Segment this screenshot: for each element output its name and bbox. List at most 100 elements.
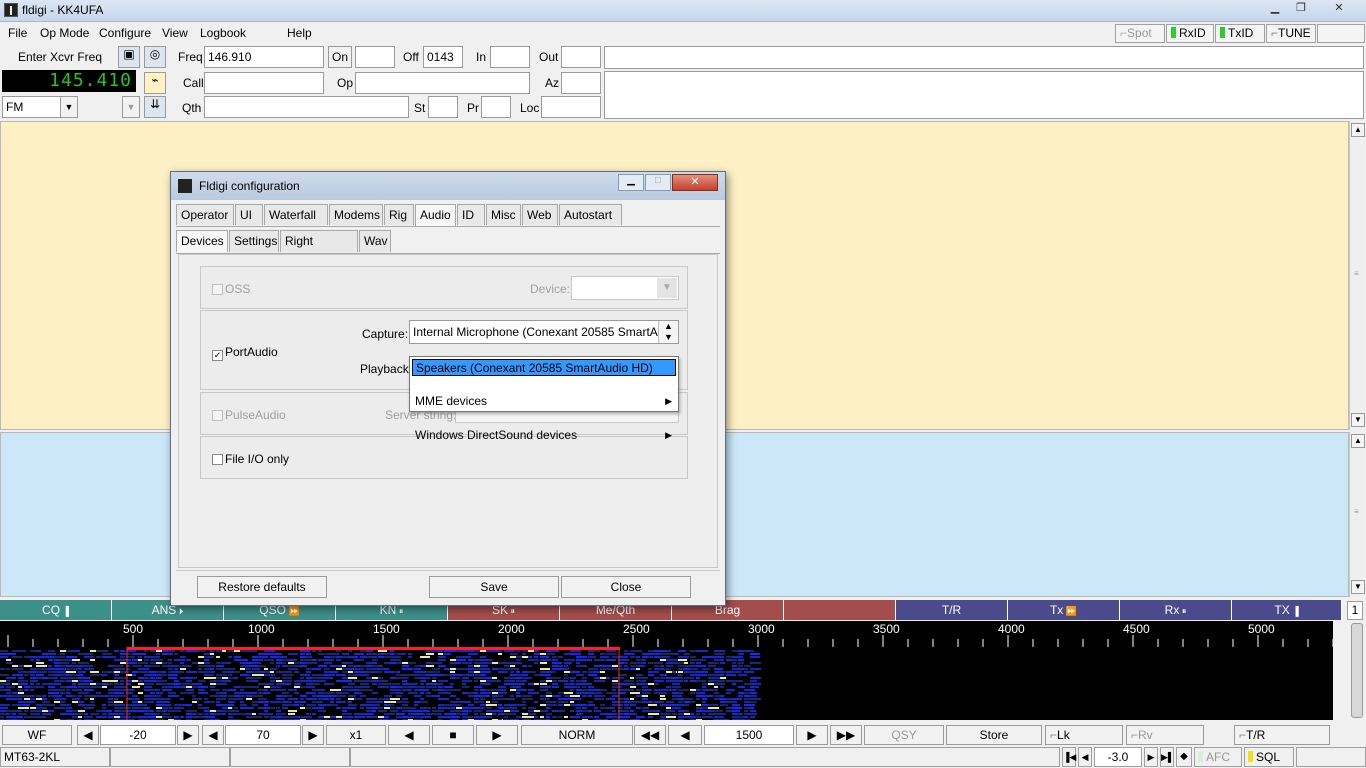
tab-rig[interactable]: Rig [384,204,414,225]
locator-field[interactable] [541,96,601,118]
time-on-button[interactable]: On [328,46,352,68]
macro-button-12[interactable]: TX ▐ [1232,600,1342,620]
pause-icon[interactable]: ■ [432,725,474,745]
op-name-field[interactable] [355,72,530,94]
notes-field-top[interactable] [604,46,1364,69]
carrier-freq-field[interactable]: 1500 [704,725,794,745]
tab-autostart[interactable]: Autostart [559,204,622,225]
spot-toggle[interactable]: ⌐Spot [1115,24,1165,43]
step-left-icon[interactable]: ◀ [668,725,702,745]
rst-out-field[interactable] [561,46,601,68]
tx-scrollbar[interactable]: ▲ ≡ ▼ [1349,432,1365,597]
rxid-toggle[interactable]: RxID [1166,24,1214,43]
restore-defaults-button[interactable]: Restore defaults [197,576,327,598]
afc-toggle[interactable]: AFC [1194,747,1242,767]
notes-field[interactable] [604,71,1364,119]
playback-option[interactable]: Speakers (Conexant 20585 SmartAudio HD) [412,359,676,376]
sql-toggle[interactable]: SQL [1244,747,1294,767]
tab-misc[interactable]: Misc [486,204,521,225]
capture-select[interactable]: Internal Microphone (Conexant 20585 Smar… [409,320,679,344]
tab-modems[interactable]: Modems [329,204,383,225]
subtab-devices[interactable]: Devices [176,230,228,252]
qsy-button[interactable]: QSY [864,725,944,745]
macro-button-8[interactable] [784,600,896,620]
fast-rewind-icon[interactable]: ◀◀ [634,725,666,745]
oss-checkbox[interactable]: OSS [212,282,250,296]
updown-icon[interactable]: ▲ ▼ [658,321,678,343]
ref-up-icon[interactable]: ▶ [177,725,199,745]
oss-device-select[interactable]: ▼ [571,276,679,300]
txid-toggle[interactable]: TxID [1215,24,1265,43]
status-mode[interactable]: MT63-2KL [0,747,110,767]
call-field[interactable] [204,72,324,94]
s2n-last-icon[interactable]: ▶▌ [1160,747,1174,767]
portaudio-checkbox[interactable]: ✓ PortAudio [212,345,278,361]
frequency-display[interactable]: 145.410 [2,70,136,92]
step-right-icon[interactable]: ▶ [796,725,828,745]
waterfall-display[interactable] [0,647,1333,720]
qth-field[interactable] [204,96,409,118]
tab-waterfall[interactable]: Waterfall [264,204,328,225]
dialog-minimize-icon[interactable]: ▁ [618,174,644,191]
waterfall-scroll-thumb[interactable] [1351,623,1363,718]
slow-left-icon[interactable]: ◀ [388,725,430,745]
menu-help[interactable]: Help [287,26,312,40]
menu-configure[interactable]: Configure [99,26,151,40]
freq-field[interactable]: 146.910 [204,46,324,68]
lock-toggle[interactable]: ⌐Lk [1045,725,1123,745]
mode-select[interactable]: FM [2,96,62,118]
scroll-down-icon[interactable]: ▼ [1351,580,1365,594]
waterfall-scroll[interactable] [1349,621,1365,720]
qrz-lookup-icon[interactable]: ⇊ [144,96,166,118]
menu-view[interactable]: View [162,26,188,40]
range-up-icon[interactable]: ▶ [302,725,324,745]
save-button[interactable]: Save [429,576,559,598]
scroll-up-icon[interactable]: ▲ [1351,123,1365,137]
tab-operator[interactable]: Operator [176,204,234,225]
rst-in-field[interactable] [490,46,530,68]
az-field[interactable] [561,72,601,94]
time-off-field[interactable]: 0143 [423,46,463,68]
s2n-first-icon[interactable]: ▐◀ [1062,747,1076,767]
province-field[interactable] [481,96,511,118]
wf-speed-button[interactable]: NORM [521,725,633,745]
ref-level-field[interactable]: -20 [100,725,176,745]
waterfall-scale[interactable]: 500 1000 1500 2000 2500 3000 3500 4000 4500 5000 [0,621,1333,647]
menu-file[interactable]: File [8,26,27,40]
close-icon[interactable]: ✕ [1316,0,1362,18]
scroll-up-icon[interactable]: ▲ [1351,434,1365,448]
scroll-grip-icon[interactable]: ≡ [1354,507,1362,519]
globe-icon[interactable]: ◎ [144,46,166,68]
range-field[interactable]: 70 [225,725,301,745]
macro-button-1[interactable]: CQ ▐ [0,600,112,620]
macro-page-indicator[interactable]: 1 [1347,601,1363,620]
subtab-wav[interactable]: Wav [359,230,391,252]
tab-id[interactable]: ID [457,204,485,225]
chevron-down-icon[interactable]: ▼ [657,278,677,298]
scroll-down-icon[interactable]: ▼ [1351,413,1365,427]
rx-scrollbar[interactable]: ▲ ≡ ▼ [1349,121,1365,430]
macro-button-10[interactable]: Tx ⏩ [1008,600,1120,620]
subtab-settings[interactable]: Settings [229,230,279,252]
range-down-icon[interactable]: ◀ [202,725,224,745]
minimize-icon[interactable]: ▁ [1261,0,1289,18]
slow-right-icon[interactable]: ▶ [476,725,518,745]
tab-ui[interactable]: UI [235,204,263,225]
tune-toggle[interactable]: ⌐TUNE [1266,24,1316,43]
s2n-prev-icon[interactable]: ◀ [1078,747,1092,767]
tab-audio[interactable]: Audio [415,204,456,226]
restore-icon[interactable]: ❐ [1287,0,1315,18]
broom-icon[interactable]: ⌁ [144,72,166,94]
time-on-field[interactable] [355,46,395,68]
menu-op-mode[interactable]: Op Mode [40,26,89,40]
pulseaudio-checkbox[interactable]: PulseAudio [212,408,286,422]
dialog-maximize-icon[interactable]: □ [645,174,671,191]
scroll-grip-icon[interactable]: ≡ [1354,269,1362,281]
tab-web[interactable]: Web [522,204,558,225]
ref-down-icon[interactable]: ◀ [77,725,99,745]
fast-forward-icon[interactable]: ▶▶ [830,725,862,745]
bandwidth-dropdown-icon[interactable]: ▼ [122,96,140,118]
mode-dropdown-icon[interactable]: ▼ [60,96,78,118]
diamond-icon[interactable]: ◆ [1176,747,1192,767]
store-button[interactable]: Store [946,725,1042,745]
